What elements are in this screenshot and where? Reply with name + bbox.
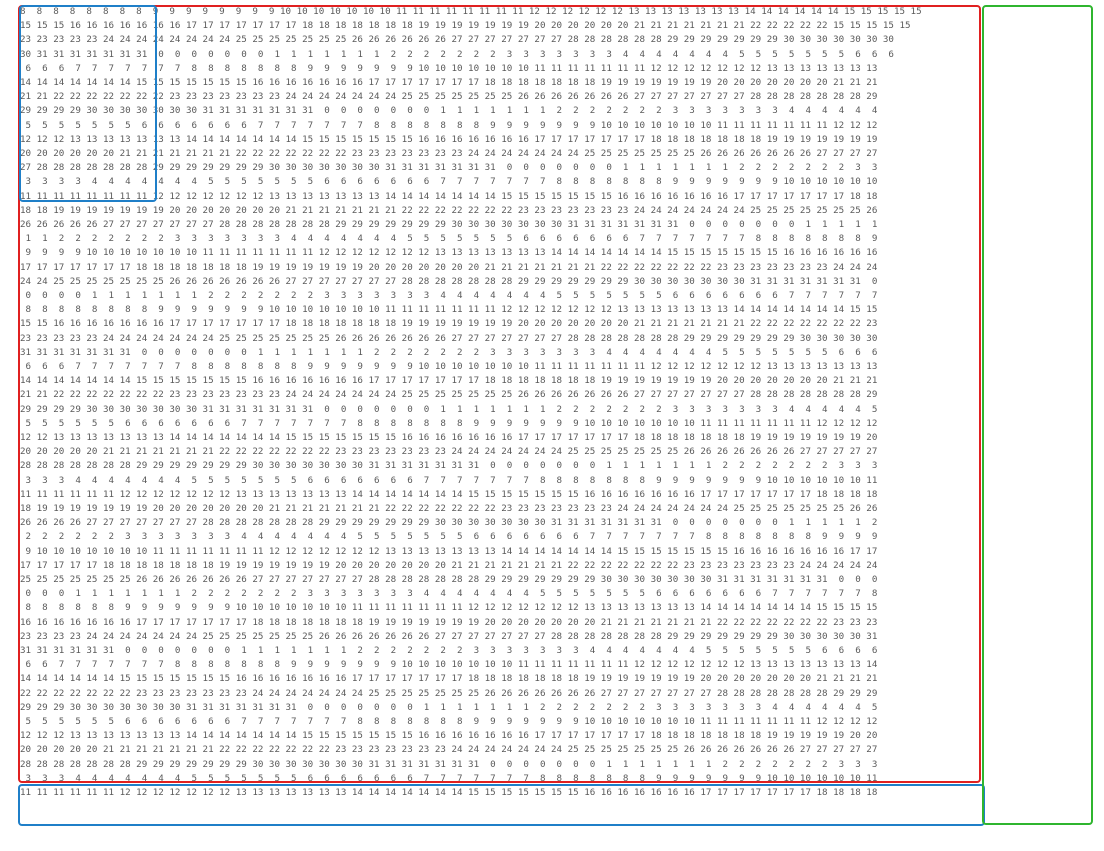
grid-row: 15 15 16 16 16 16 16 16 16 17 17 17 17 1… bbox=[20, 318, 878, 330]
grid-row: 2 2 2 2 2 2 3 3 3 3 3 3 3 4 4 4 4 4 4 4 … bbox=[20, 531, 878, 543]
grid-row: 21 21 22 22 22 22 22 22 22 23 23 23 23 2… bbox=[20, 389, 878, 401]
grid-row: 20 20 20 20 20 21 21 21 21 21 21 21 22 2… bbox=[20, 446, 878, 458]
grid-row: 15 15 15 16 16 16 16 16 16 16 17 17 17 1… bbox=[20, 20, 911, 32]
grid-row: 9 10 10 10 10 10 10 10 11 11 11 11 11 11… bbox=[20, 545, 878, 557]
grid-row: 26 26 26 26 27 27 27 27 27 27 27 28 28 2… bbox=[20, 517, 878, 529]
grid-row: 29 29 29 30 30 30 30 30 30 30 31 31 31 3… bbox=[20, 701, 878, 713]
number-grid: 11 11 11 11 11 11 12 12 12 12 12 12 12 1… bbox=[18, 5, 1093, 827]
grid-row: 25 25 25 25 25 25 25 26 26 26 26 26 26 2… bbox=[20, 574, 878, 585]
grid-row: 5 5 5 5 5 5 6 6 6 6 6 6 6 7 7 7 7 7 7 7 … bbox=[20, 716, 878, 727]
grid-row: 8 8 8 8 8 8 8 8 9 9 9 9 9 9 9 10 10 10 1… bbox=[20, 304, 878, 316]
grid-row: 8 8 8 8 8 8 9 9 9 9 9 9 9 10 10 10 10 10… bbox=[20, 602, 878, 614]
grid-row: 24 24 25 25 25 25 25 25 25 26 26 26 26 2… bbox=[20, 275, 878, 287]
grid-row: 11 11 11 11 11 11 11 11 12 12 12 12 12 1… bbox=[20, 190, 878, 202]
grid-row: 5 5 5 5 5 5 6 6 6 6 6 6 6 7 7 7 7 7 7 7 … bbox=[20, 417, 878, 429]
grid-row: 18 19 19 19 19 19 19 19 20 20 20 20 20 2… bbox=[20, 503, 878, 514]
grid-row: 9 9 9 9 10 10 10 10 10 10 10 11 11 11 11… bbox=[20, 247, 878, 259]
grid-row: 31 31 31 31 31 31 0 0 0 0 0 0 0 1 1 1 1 … bbox=[20, 645, 878, 656]
grid-row: 3 3 3 4 4 4 4 4 4 4 5 5 5 5 5 5 5 6 6 6 … bbox=[20, 772, 878, 784]
grid-row: 11 11 11 11 11 11 12 12 12 12 12 12 12 1… bbox=[20, 787, 878, 798]
grid-row: 6 6 6 7 7 7 7 7 7 7 8 8 8 8 8 8 8 9 9 9 … bbox=[20, 62, 878, 74]
grid-row: 17 17 17 17 17 18 18 18 18 18 18 18 19 1… bbox=[20, 559, 878, 571]
grid-row: 23 23 23 23 24 24 24 24 24 24 24 25 25 2… bbox=[20, 630, 878, 642]
grid-row: 28 28 28 28 28 28 28 29 29 29 29 29 29 2… bbox=[20, 460, 878, 472]
grid-row: 20 20 20 20 20 20 21 21 21 21 21 21 21 2… bbox=[20, 148, 878, 159]
grid-row: 1 1 2 2 2 2 2 2 2 3 3 3 3 3 3 3 4 4 4 4 … bbox=[20, 233, 878, 245]
grid-row: 6 6 7 7 7 7 7 7 7 8 8 8 8 8 8 8 9 9 9 9 … bbox=[20, 659, 878, 671]
grid-row: 27 28 28 28 28 28 28 28 29 29 29 29 29 2… bbox=[20, 162, 878, 174]
grid-row: 0 0 0 0 1 1 1 1 1 1 1 2 2 2 2 2 2 2 3 3 … bbox=[20, 290, 878, 301]
grid-row: 23 23 23 23 23 24 24 24 24 24 24 24 24 2… bbox=[20, 34, 894, 46]
grid-row: 21 21 22 22 22 22 22 22 22 23 23 23 23 2… bbox=[20, 91, 878, 103]
grid-row: 30 31 31 31 31 31 31 31 0 0 0 0 0 0 0 1 … bbox=[20, 48, 894, 60]
grid-row: 14 14 14 14 14 14 14 15 15 15 15 15 15 1… bbox=[20, 375, 878, 387]
grid-row: 26 26 26 26 26 27 27 27 27 27 27 27 28 2… bbox=[20, 219, 878, 230]
grid-row: 6 6 6 7 7 7 7 7 7 7 8 8 8 8 8 8 8 9 9 9 … bbox=[20, 361, 878, 372]
grid-row: 14 14 14 14 14 14 15 15 15 15 15 15 15 1… bbox=[20, 673, 878, 685]
grid-row: 3 3 3 3 4 4 4 4 4 4 4 5 5 5 5 5 5 5 6 6 … bbox=[20, 176, 878, 188]
grid-row: 14 14 14 14 14 14 14 15 15 15 15 15 15 1… bbox=[20, 77, 878, 88]
grid-row: 8 8 8 8 8 8 8 8 9 9 9 9 9 9 9 9 10 10 10… bbox=[20, 6, 922, 17]
grid-row: 17 17 17 17 17 17 17 18 18 18 18 18 18 1… bbox=[20, 261, 878, 273]
grid-row: 31 31 31 31 31 31 31 0 0 0 0 0 0 0 1 1 1… bbox=[20, 346, 878, 358]
green-highlight-box-right bbox=[982, 5, 1093, 825]
grid-row: 22 22 22 22 22 22 22 23 23 23 23 23 23 2… bbox=[20, 687, 878, 699]
grid-row: 12 12 13 13 13 13 13 13 13 14 14 14 14 1… bbox=[20, 432, 878, 443]
grid-row: 0 0 0 1 1 1 1 1 1 1 2 2 2 2 2 2 2 3 3 3 … bbox=[20, 588, 878, 600]
grid-row: 28 28 28 28 28 28 28 29 29 29 29 29 29 2… bbox=[20, 758, 878, 770]
grid-row: 5 5 5 5 5 5 5 6 6 6 6 6 6 6 7 7 7 7 7 7 … bbox=[20, 119, 878, 131]
grid-row: 12 12 12 13 13 13 13 13 13 13 14 14 14 1… bbox=[20, 730, 878, 742]
grid-row: 29 29 29 29 30 30 30 30 30 30 30 31 31 3… bbox=[20, 105, 878, 117]
grid-row: 18 18 19 19 19 19 19 19 19 20 20 20 20 2… bbox=[20, 204, 878, 216]
grid-row: 12 12 12 13 13 13 13 13 13 13 14 14 14 1… bbox=[20, 133, 878, 145]
grid-row: 16 16 16 16 16 16 16 17 17 17 17 17 17 1… bbox=[20, 616, 878, 628]
grid-row: 3 3 3 4 4 4 4 4 4 4 5 5 5 5 5 5 5 6 6 6 … bbox=[20, 474, 878, 486]
grid-row: 11 11 11 11 11 11 12 12 12 12 12 12 12 1… bbox=[20, 488, 878, 500]
grid-row: 29 29 29 29 30 30 30 30 30 30 30 31 31 3… bbox=[20, 403, 878, 415]
grid-row: 23 23 23 23 23 24 24 24 24 24 24 24 25 2… bbox=[20, 332, 878, 344]
grid-row: 20 20 20 20 20 21 21 21 21 21 21 21 22 2… bbox=[20, 744, 878, 756]
